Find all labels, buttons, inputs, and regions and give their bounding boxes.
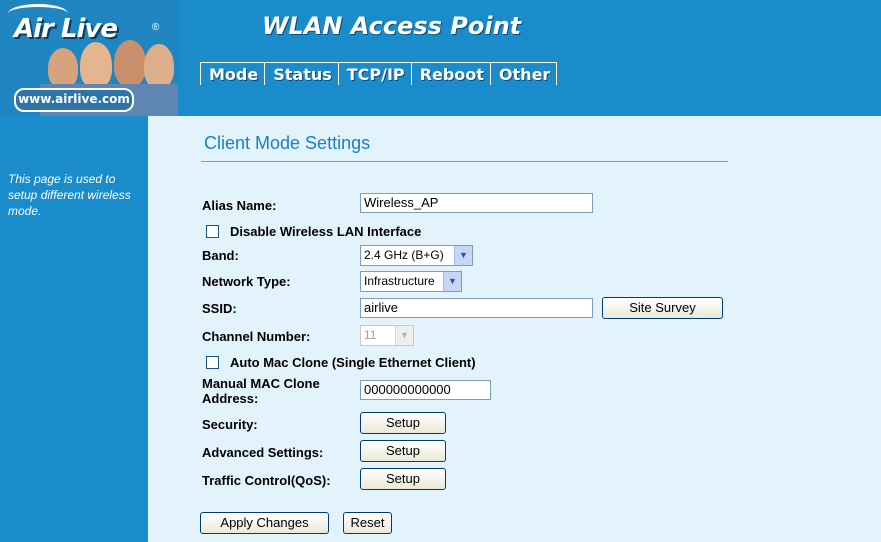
network-type-label: Network Type: xyxy=(202,274,291,289)
network-type-select[interactable]: Infrastructure ▼ xyxy=(360,271,462,292)
band-value: 2.4 GHz (B+G) xyxy=(364,248,444,262)
airlive-logo[interactable]: Air Live ® www.airlive.com xyxy=(0,0,178,116)
alias-name-input[interactable]: Wireless_AP xyxy=(360,193,593,213)
logo-registered-mark: ® xyxy=(152,22,160,33)
sidebar-help-text: This page is used to setup different wir… xyxy=(8,172,131,218)
security-label: Security: xyxy=(202,417,258,432)
advanced-setup-button[interactable]: Setup xyxy=(360,440,446,462)
reset-button[interactable]: Reset xyxy=(343,512,392,534)
nav-mode[interactable]: Mode xyxy=(200,62,265,85)
nav-status[interactable]: Status xyxy=(264,62,338,85)
airlive-url-badge: www.airlive.com xyxy=(14,88,134,112)
manual-mac-clone-label: Manual MAC Clone Address: xyxy=(202,376,320,406)
channel-number-label: Channel Number: xyxy=(202,329,311,344)
auto-mac-clone-label: Auto Mac Clone (Single Ethernet Client) xyxy=(230,355,476,370)
nav-other[interactable]: Other xyxy=(489,62,558,85)
header-title: WLAN Access Point xyxy=(262,12,522,40)
channel-number-select: 11 ▼ xyxy=(360,325,414,346)
title-divider xyxy=(201,161,728,162)
nav-tcpip[interactable]: TCP/IP xyxy=(337,62,411,85)
main-nav: Mode Status TCP/IP Reboot Other xyxy=(200,62,558,85)
security-setup-button[interactable]: Setup xyxy=(360,412,446,434)
disable-wlan-checkbox[interactable] xyxy=(206,225,219,238)
traffic-control-label: Traffic Control(QoS): xyxy=(202,473,331,488)
page-title: Client Mode Settings xyxy=(204,133,371,153)
network-type-value: Infrastructure xyxy=(364,274,435,288)
disable-wlan-label: Disable Wireless LAN Interface xyxy=(230,224,422,239)
main-content: Client Mode Settings Alias Name: Wireles… xyxy=(148,116,881,542)
ssid-input[interactable]: airlive xyxy=(360,298,593,318)
apply-changes-button[interactable]: Apply Changes xyxy=(200,512,329,534)
chevron-down-icon: ▼ xyxy=(454,246,472,265)
manual-mac-clone-input[interactable]: 000000000000 xyxy=(360,380,491,400)
band-select[interactable]: 2.4 GHz (B+G) ▼ xyxy=(360,245,473,266)
alias-name-label: Alias Name: xyxy=(202,198,277,213)
ssid-label: SSID: xyxy=(202,301,237,316)
site-survey-button[interactable]: Site Survey xyxy=(602,297,723,319)
channel-number-value: 11 xyxy=(364,328,377,342)
nav-reboot[interactable]: Reboot xyxy=(410,62,490,85)
chevron-down-icon: ▼ xyxy=(395,326,413,345)
band-label: Band: xyxy=(202,248,239,263)
auto-mac-clone-checkbox[interactable] xyxy=(206,356,219,369)
traffic-control-setup-button[interactable]: Setup xyxy=(360,468,446,490)
sidebar: This page is used to setup different wir… xyxy=(0,116,148,542)
header-bar: Air Live ® www.airlive.com WLAN Access P… xyxy=(0,0,881,116)
chevron-down-icon: ▼ xyxy=(443,272,461,291)
advanced-settings-label: Advanced Settings: xyxy=(202,445,324,460)
